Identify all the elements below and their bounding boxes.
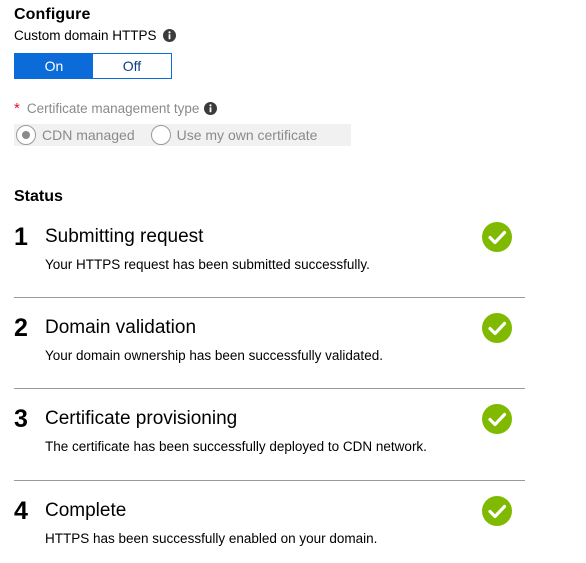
status-step: 3 Certificate provisioning The certifica… bbox=[14, 404, 526, 464]
step-description: HTTPS has been successfully enabled on y… bbox=[45, 531, 378, 546]
info-icon[interactable] bbox=[162, 29, 176, 42]
certificate-management-type-label: Certificate management type bbox=[26, 101, 200, 116]
status-step: 4 Complete HTTPS has been successfully e… bbox=[14, 496, 526, 556]
custom-domain-https-label: Custom domain HTTPS bbox=[14, 28, 157, 43]
step-title: Certificate provisioning bbox=[45, 408, 238, 429]
step-description: Your domain ownership has been successfu… bbox=[45, 348, 383, 363]
step-number: 4 bbox=[14, 497, 28, 525]
step-number: 1 bbox=[14, 223, 28, 251]
cdn-managed-radio[interactable]: CDN managed bbox=[14, 125, 135, 145]
status-heading: Status bbox=[14, 188, 63, 205]
status-step: 2 Domain validation Your domain ownershi… bbox=[14, 313, 526, 373]
check-circle-icon bbox=[482, 313, 512, 343]
use-own-certificate-radio[interactable]: Use my own certificate bbox=[149, 125, 318, 145]
required-marker: * bbox=[14, 100, 20, 117]
radio-unselected-icon bbox=[150, 125, 171, 145]
step-description: Your HTTPS request has been submitted su… bbox=[45, 257, 370, 272]
check-circle-icon bbox=[482, 222, 512, 252]
configure-heading: Configure bbox=[14, 6, 91, 23]
info-icon[interactable] bbox=[204, 102, 218, 115]
check-circle-icon bbox=[482, 404, 512, 434]
radio-dot bbox=[22, 131, 30, 139]
step-divider bbox=[14, 388, 525, 389]
cdn-managed-label: CDN managed bbox=[42, 127, 135, 143]
check-circle-icon bbox=[482, 496, 512, 526]
step-title: Complete bbox=[45, 500, 127, 521]
step-description: The certificate has been successfully de… bbox=[45, 439, 427, 454]
step-number: 3 bbox=[14, 405, 28, 433]
use-own-certificate-label: Use my own certificate bbox=[176, 127, 318, 143]
radio-selected-icon bbox=[16, 125, 36, 145]
certificate-management-type-label-row: * Certificate management type bbox=[14, 100, 218, 117]
https-toggle-off-button[interactable]: Off bbox=[93, 54, 171, 78]
step-divider bbox=[14, 297, 525, 298]
step-title: Domain validation bbox=[45, 317, 197, 338]
configure-https-blade: Configure Custom domain HTTPS On Off * C… bbox=[0, 0, 586, 563]
status-step: 1 Submitting request Your HTTPS request … bbox=[14, 222, 526, 282]
https-toggle-on-button[interactable]: On bbox=[15, 54, 93, 78]
step-title: Submitting request bbox=[45, 226, 204, 247]
https-toggle: On Off bbox=[14, 53, 172, 79]
step-divider bbox=[14, 480, 525, 481]
certificate-type-radio-group: CDN managed Use my own certificate bbox=[14, 124, 351, 146]
step-number: 2 bbox=[14, 314, 28, 342]
custom-domain-https-label-row: Custom domain HTTPS bbox=[14, 28, 176, 43]
